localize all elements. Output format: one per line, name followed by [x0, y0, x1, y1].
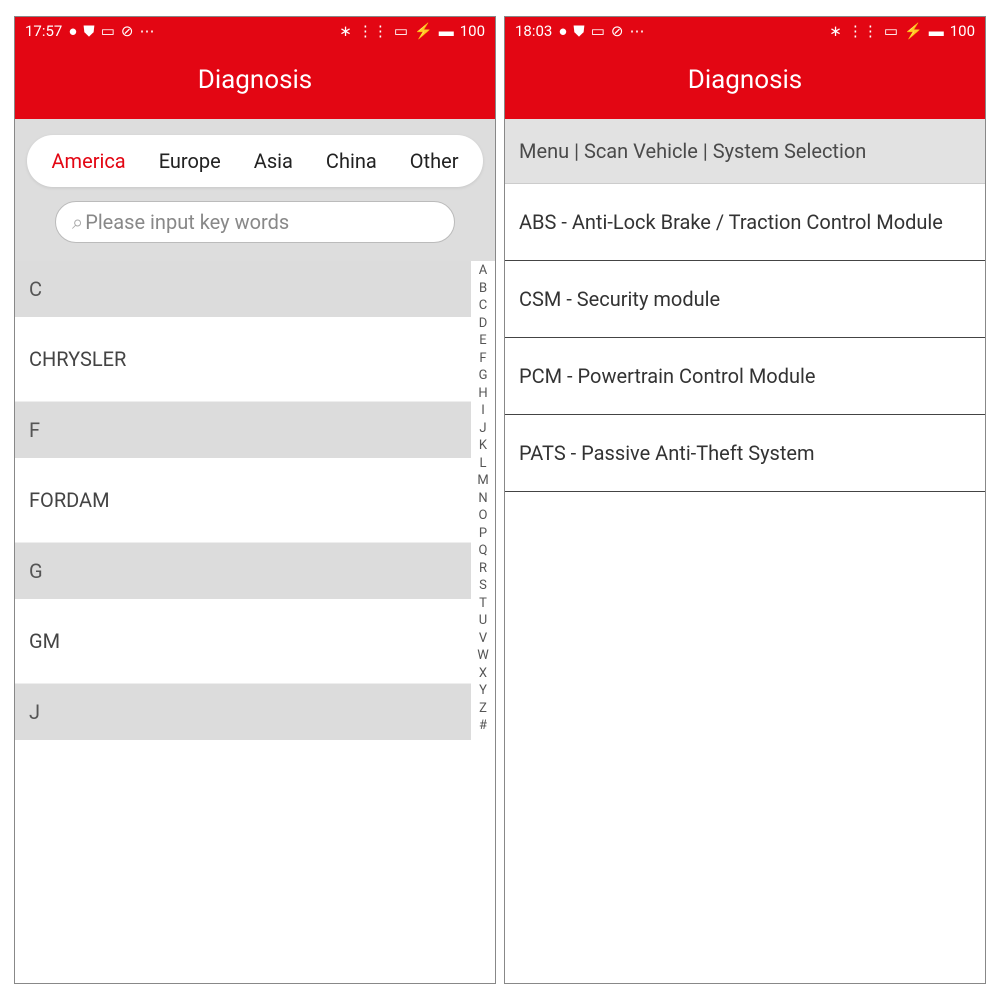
wifi-icon: ⋮⋮ [358, 24, 388, 39]
status-left: 18:03 ● ⛊ ▭ ⊘ ⋯ [515, 24, 644, 39]
status-right: ∗ ⋮⋮ ▭ ⚡ ▬ 100 [829, 24, 975, 39]
alpha-letter[interactable]: # [479, 718, 487, 733]
tab-china[interactable]: China [326, 149, 377, 173]
tab-other[interactable]: Other [410, 149, 459, 173]
alpha-letter[interactable]: Y [479, 683, 487, 698]
alpha-index[interactable]: ABCDEFGHIJKLMNOPQRSTUVWXYZ # [471, 261, 495, 983]
brand-row[interactable]: GM [15, 599, 471, 684]
system-list: ABS - Anti-Lock Brake / Traction Control… [505, 184, 985, 983]
phone-left: 17:57 ● ⛊ ▭ ⊘ ⋯ ∗ ⋮⋮ ▭ ⚡ ▬ 100 Diagnosis… [14, 16, 496, 984]
battery-icon: ▭ [394, 24, 408, 39]
alpha-letter[interactable]: W [477, 648, 489, 663]
alpha-letter[interactable]: F [479, 351, 486, 366]
brand-list[interactable]: CCHRYSLERFFORDAMGGMJ [15, 261, 471, 983]
bluetooth-icon: ∗ [339, 24, 352, 39]
card-icon: ▭ [591, 24, 605, 39]
status-left: 17:57 ● ⛊ ▭ ⊘ ⋯ [25, 24, 154, 39]
status-right: ∗ ⋮⋮ ▭ ⚡ ▬ 100 [339, 24, 485, 39]
no-icon: ⊘ [611, 24, 624, 39]
tab-asia[interactable]: Asia [254, 149, 293, 173]
card-icon: ▭ [101, 24, 115, 39]
battery-pct: 100 [460, 24, 485, 39]
alpha-letter[interactable]: H [478, 386, 487, 401]
search-placeholder: Please input key words [85, 210, 289, 234]
battery-full-icon: ▬ [929, 24, 944, 39]
alpha-letter[interactable]: U [479, 613, 487, 628]
alpha-letter[interactable]: O [479, 508, 488, 523]
bluetooth-icon: ∗ [829, 24, 842, 39]
wifi-icon: ⋮⋮ [848, 24, 878, 39]
alpha-letter[interactable]: N [478, 491, 487, 506]
alpha-letter[interactable]: A [479, 263, 487, 278]
battery-icon: ▭ [884, 24, 898, 39]
section-header: J [15, 684, 471, 740]
section-header: G [15, 543, 471, 599]
alpha-letter[interactable]: T [479, 596, 487, 611]
breadcrumb: Menu | Scan Vehicle | System Selection [505, 119, 985, 184]
system-row[interactable]: PCM - Powertrain Control Module [505, 338, 985, 415]
shield-icon: ⛊ [83, 24, 94, 39]
brand-list-area: CCHRYSLERFFORDAMGGMJ ABCDEFGHIJKLMNOPQRS… [15, 261, 495, 983]
battery-pct: 100 [950, 24, 975, 39]
search-icon: ⌕ [72, 210, 83, 234]
tab-america[interactable]: America [52, 149, 126, 173]
region-tabs: America Europe Asia China Other [27, 135, 483, 187]
brand-row[interactable]: CHRYSLER [15, 317, 471, 402]
more-icon: ⋯ [629, 24, 644, 39]
page-title: Diagnosis [15, 45, 495, 119]
shield-icon: ⛊ [573, 24, 584, 39]
alpha-letter[interactable]: D [479, 316, 488, 331]
alpha-letter[interactable]: Z [479, 701, 487, 716]
section-header: F [15, 402, 471, 458]
alpha-letter[interactable]: G [479, 368, 488, 383]
alpha-letter[interactable]: I [481, 403, 485, 418]
no-icon: ⊘ [121, 24, 134, 39]
charge-icon: ⚡ [414, 24, 433, 39]
section-header: C [15, 261, 471, 317]
status-time: 18:03 [515, 24, 552, 39]
alpha-letter[interactable]: L [479, 456, 486, 471]
status-bar: 18:03 ● ⛊ ▭ ⊘ ⋯ ∗ ⋮⋮ ▭ ⚡ ▬ 100 [505, 17, 985, 45]
charge-icon: ⚡ [904, 24, 923, 39]
system-row[interactable]: PATS - Passive Anti-Theft System [505, 415, 985, 492]
status-bar: 17:57 ● ⛊ ▭ ⊘ ⋯ ∗ ⋮⋮ ▭ ⚡ ▬ 100 [15, 17, 495, 45]
battery-full-icon: ▬ [439, 24, 454, 39]
alpha-letter[interactable]: K [479, 438, 487, 453]
brand-row[interactable]: FORDAM [15, 458, 471, 543]
alpha-letter[interactable]: M [477, 473, 488, 488]
alpha-letter[interactable]: S [479, 578, 487, 593]
status-time: 17:57 [25, 24, 62, 39]
page-title: Diagnosis [505, 45, 985, 119]
alpha-letter[interactable]: C [479, 298, 487, 313]
search-wrap: ⌕ Please input key words [15, 201, 495, 261]
alpha-letter[interactable]: B [479, 281, 487, 296]
alpha-letter[interactable]: X [479, 666, 487, 681]
region-tabs-wrap: America Europe Asia China Other [15, 119, 495, 201]
chat-icon: ● [68, 24, 77, 39]
alpha-letter[interactable]: V [479, 631, 487, 646]
tab-europe[interactable]: Europe [159, 149, 221, 173]
alpha-letter[interactable]: E [479, 333, 486, 348]
system-row[interactable]: CSM - Security module [505, 261, 985, 338]
alpha-letter[interactable]: R [479, 561, 487, 576]
alpha-letter[interactable]: J [479, 421, 486, 436]
chat-icon: ● [558, 24, 567, 39]
more-icon: ⋯ [139, 24, 154, 39]
alpha-letter[interactable]: Q [479, 543, 488, 558]
phone-right: 18:03 ● ⛊ ▭ ⊘ ⋯ ∗ ⋮⋮ ▭ ⚡ ▬ 100 Diagnosis… [504, 16, 986, 984]
alpha-letter[interactable]: P [479, 526, 487, 541]
system-row[interactable]: ABS - Anti-Lock Brake / Traction Control… [505, 184, 985, 261]
search-input[interactable]: ⌕ Please input key words [55, 201, 455, 243]
